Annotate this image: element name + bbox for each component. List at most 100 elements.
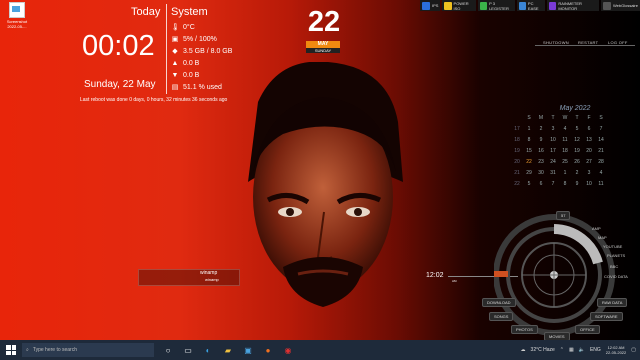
launcher-bbc[interactable]: BBC xyxy=(610,264,618,269)
top-app-webglossaire[interactable]: WebGlossaire xyxy=(600,0,640,11)
launcher-office[interactable]: OFFICE xyxy=(575,325,600,334)
calendar-day[interactable]: 6 xyxy=(535,180,547,189)
launcher-download[interactable]: DOWNLOAD xyxy=(482,298,516,307)
firefox-icon[interactable]: ● xyxy=(262,344,274,356)
taskbar-clock[interactable]: 12:02 AM 22-05-2022 xyxy=(606,345,626,355)
top-app-legister[interactable]: P 3 LEGISTER xyxy=(478,0,515,11)
network-icon[interactable]: ▦ xyxy=(569,347,574,353)
calendar-day[interactable]: 2 xyxy=(571,169,583,178)
launcher-songs[interactable]: SONGS xyxy=(489,312,514,321)
opera-icon[interactable]: ◉ xyxy=(282,344,294,356)
calendar-day[interactable]: 14 xyxy=(595,136,607,145)
calendar-day[interactable]: 12 xyxy=(571,136,583,145)
top-app-pcease[interactable]: PC EASE xyxy=(516,0,546,11)
launcher-covid[interactable]: COVID DATA xyxy=(604,274,628,279)
store-icon[interactable]: ▣ xyxy=(242,344,254,356)
chevron-up-icon[interactable]: ⌃ xyxy=(560,347,564,353)
calendar-day[interactable]: 21 xyxy=(595,147,607,156)
calendar-day[interactable]: 19 xyxy=(571,147,583,156)
calendar-day[interactable]: 29 xyxy=(523,169,535,178)
task-view-icon[interactable]: ▭ xyxy=(182,344,194,356)
calendar-day[interactable]: 30 xyxy=(535,169,547,178)
language-indicator[interactable]: ENG xyxy=(590,347,601,353)
calendar-day[interactable]: 25 xyxy=(559,158,571,167)
launcher-time: 12:02 xyxy=(426,272,444,279)
calendar-day[interactable]: 2 xyxy=(535,125,547,134)
calendar-day[interactable]: 8 xyxy=(523,136,535,145)
top-app-ips[interactable]: IPS xyxy=(420,0,441,11)
top-app-bar: IPS POWER ISO P 3 LEGISTER PC EASE RAINM… xyxy=(420,0,640,12)
calendar-day[interactable]: 7 xyxy=(547,180,559,189)
calendar-day[interactable]: 18 xyxy=(559,147,571,156)
windows-start-icon[interactable] xyxy=(6,345,16,355)
launcher-amp[interactable]: AMP xyxy=(592,226,601,231)
reboot-info: Last reboot was done 0 days, 0 hours, 32… xyxy=(80,97,228,103)
calendar-week-number: 20 xyxy=(514,159,520,165)
calendar-day[interactable]: 22 xyxy=(523,158,535,167)
calendar-day[interactable]: 1 xyxy=(559,169,571,178)
calendar-day[interactable]: 28 xyxy=(595,158,607,167)
calendar-day[interactable]: 3 xyxy=(547,125,559,134)
calendar-weekday: S xyxy=(527,115,531,121)
calendar-day[interactable]: 5 xyxy=(571,125,583,134)
calendar-weekday xyxy=(511,114,523,123)
shutdown-button[interactable]: SHUTDOWN xyxy=(543,40,569,45)
calendar-day[interactable]: 23 xyxy=(535,158,547,167)
calendar-day[interactable]: 17 xyxy=(547,147,559,156)
date-month: MAY xyxy=(306,41,340,48)
launcher-map[interactable]: MAP xyxy=(598,235,607,240)
media-player-bar[interactable] xyxy=(138,269,240,286)
edge-browser-icon[interactable]: ◐ xyxy=(202,344,214,356)
file-explorer-icon[interactable]: ▰ xyxy=(222,344,234,356)
calendar-day[interactable]: 15 xyxy=(523,147,535,156)
launcher-ampm: AM xyxy=(452,279,457,283)
taskbar-search[interactable]: ⌕ Type here to search xyxy=(22,343,154,357)
stat-ram: ◆ 3.5 GB / 8.0 GB xyxy=(172,47,233,56)
calendar-day[interactable]: 26 xyxy=(571,158,583,167)
calendar-day[interactable]: 8 xyxy=(559,180,571,189)
system-tray: ☁ 32°C Haze ⌃ ▦ 🔈 ENG 12:02 AM 22-05-202… xyxy=(521,340,636,360)
calendar-day[interactable]: 6 xyxy=(583,125,595,134)
calendar-day[interactable]: 9 xyxy=(571,180,583,189)
calendar-day[interactable]: 3 xyxy=(583,169,595,178)
calendar-week-number: 18 xyxy=(514,137,520,143)
logoff-button[interactable]: LOG OFF xyxy=(608,40,628,45)
calendar-day[interactable]: 20 xyxy=(583,147,595,156)
desktop-icon-sublabel: 2022-05-... xyxy=(7,24,27,29)
date-day-number: 22 xyxy=(307,6,341,38)
calendar-day[interactable]: 5 xyxy=(523,180,535,189)
launcher-planets[interactable]: PLANETS xyxy=(607,253,625,258)
widget-clock-time: 00:02 xyxy=(82,30,155,62)
calendar-day[interactable]: 24 xyxy=(547,158,559,167)
calendar-day[interactable]: 7 xyxy=(595,125,607,134)
calendar-day[interactable]: 4 xyxy=(559,125,571,134)
wallpaper-face xyxy=(248,62,403,307)
calendar-day[interactable]: 11 xyxy=(559,136,571,145)
restart-button[interactable]: RESTART xyxy=(578,40,598,45)
volume-icon[interactable]: 🔈 xyxy=(579,347,585,353)
calendar-day[interactable]: 16 xyxy=(535,147,547,156)
launcher-youtube[interactable]: YOUTUBE xyxy=(603,244,622,249)
calendar-day[interactable]: 13 xyxy=(583,136,595,145)
notifications-icon[interactable]: ▢ xyxy=(631,347,636,353)
calendar-day[interactable]: 31 xyxy=(547,169,559,178)
calendar-week-number: 21 xyxy=(514,170,520,176)
top-app-monitor[interactable]: RAINMETER MONITOR xyxy=(547,0,599,11)
thermometer-icon: 🌡 xyxy=(171,23,180,31)
top-app-poweriso[interactable]: POWER ISO xyxy=(442,0,476,11)
calendar-day[interactable]: 1 xyxy=(523,125,535,134)
launcher-photos[interactable]: PHOTOS xyxy=(511,325,538,334)
calendar-day[interactable]: 10 xyxy=(583,180,595,189)
calendar-day[interactable]: 4 xyxy=(595,169,607,178)
launcher-software[interactable]: SOFTWARE xyxy=(590,312,623,321)
desktop-icon-screenshot[interactable]: Screenshot 2022-05-... xyxy=(2,2,32,29)
calendar-day[interactable]: 11 xyxy=(595,180,607,189)
search-placeholder: Type here to search xyxy=(32,347,78,353)
weather-text[interactable]: 32°C Haze xyxy=(531,347,555,353)
calendar-day[interactable]: 27 xyxy=(583,158,595,167)
calendar-week-number: 17 xyxy=(514,126,520,132)
calendar-day[interactable]: 10 xyxy=(547,136,559,145)
calendar-day[interactable]: 9 xyxy=(535,136,547,145)
cortana-circle-icon[interactable]: ○ xyxy=(162,344,174,356)
launcher-rawdata[interactable]: RAW DATA xyxy=(597,298,628,307)
